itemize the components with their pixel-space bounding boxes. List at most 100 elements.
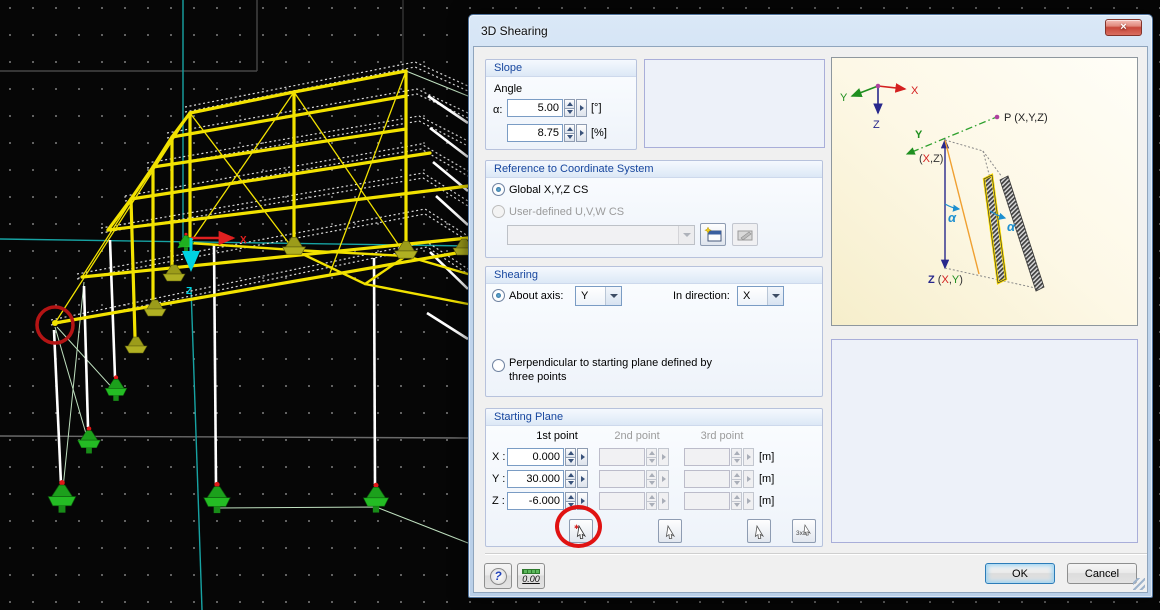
row-y-label: Y : [492, 473, 505, 485]
axis-value: Y [581, 290, 588, 302]
y-1st-detail-button[interactable] [577, 470, 588, 488]
angle-deg-detail-button[interactable] [576, 99, 587, 117]
pick-1st-point-button[interactable]: ✱ [569, 519, 593, 543]
down-arrow-icon [568, 459, 574, 463]
spin-up-button[interactable] [564, 124, 575, 134]
spin-up-button[interactable] [564, 99, 575, 109]
cancel-button[interactable]: Cancel [1067, 563, 1137, 584]
right-arrow-icon [747, 476, 751, 482]
spin-down-button[interactable] [564, 109, 575, 118]
y-1st-spinner[interactable] [565, 470, 576, 488]
up-arrow-icon [568, 495, 574, 499]
y-2nd-detail-button [658, 470, 669, 488]
edit-cs-button[interactable] [732, 223, 758, 246]
z-2nd-input[interactable] [599, 492, 645, 510]
y-1st-input[interactable] [507, 470, 564, 488]
dialog-titlebar[interactable]: 3D Shearing [469, 15, 1152, 46]
new-window-icon [704, 227, 722, 242]
x-3rd-spinner [731, 448, 742, 466]
col-1st-point: 1st point [526, 430, 588, 442]
row-x-label: X : [492, 451, 505, 463]
spin-up-button[interactable] [565, 470, 576, 480]
up-arrow-icon [649, 473, 655, 477]
spin-down-button[interactable] [565, 502, 576, 511]
spin-up-button [646, 448, 657, 458]
diagram-x-label: X [911, 85, 919, 97]
pick-2nd-point-button[interactable] [658, 519, 682, 543]
dropdown-arrow[interactable] [605, 287, 621, 305]
ok-button[interactable]: OK [985, 563, 1055, 584]
axis-combobox[interactable]: Y [575, 286, 622, 306]
close-button[interactable]: × [1105, 19, 1142, 36]
pick-3x3-icon: 3x3 [795, 523, 813, 540]
z-unit-label: [m] [759, 495, 774, 507]
perpendicular-radio[interactable] [492, 359, 505, 372]
spin-up-button [731, 492, 742, 502]
z-1st-spinner[interactable] [565, 492, 576, 510]
new-cs-button[interactable] [700, 223, 726, 246]
z-3rd-input[interactable] [684, 492, 730, 510]
y-2nd-input[interactable] [599, 470, 645, 488]
angle-deg-spinner[interactable] [564, 99, 575, 117]
pick-cursor-icon [751, 523, 767, 539]
x-2nd-input[interactable] [599, 448, 645, 466]
pick-3rd-point-button[interactable] [747, 519, 771, 543]
right-arrow-icon [747, 498, 751, 504]
point-p-label: P (X,Y,Z) [1004, 112, 1048, 124]
angle-pct-detail-button[interactable] [576, 124, 587, 142]
x-3rd-input[interactable] [684, 448, 730, 466]
dialog-client-area: Slope Angle α: [°] [%] [473, 46, 1148, 593]
spin-down-button[interactable] [564, 134, 575, 143]
user-cs-combobox[interactable] [507, 225, 695, 245]
down-arrow-icon [734, 481, 740, 485]
right-arrow-icon [662, 454, 666, 460]
spin-up-button[interactable] [565, 448, 576, 458]
units-settings-button[interactable]: 0.00 [517, 563, 545, 589]
x-1st-input[interactable] [507, 448, 564, 466]
help-button[interactable]: ? [484, 563, 512, 589]
right-arrow-icon [581, 498, 585, 504]
about-axis-radio[interactable] [492, 289, 505, 302]
slope-group: Slope Angle α: [°] [%] [485, 59, 637, 150]
angle-deg-input[interactable] [507, 99, 563, 117]
user-cs-radio[interactable] [492, 205, 505, 218]
spin-up-button [646, 492, 657, 502]
frame-node[interactable] [52, 320, 58, 326]
deg-unit-label: [°] [591, 102, 602, 114]
starting-plane-header: Starting Plane [486, 409, 822, 426]
shearing-dialog: 3D Shearing × Slope Angle α: [°] [468, 14, 1153, 598]
global-cs-radio[interactable] [492, 183, 505, 196]
z-1st-input[interactable] [507, 492, 564, 510]
angle-label: Angle [494, 83, 522, 95]
starting-plane-group: Starting Plane 1st point 2nd point 3rd p… [485, 408, 823, 547]
right-arrow-icon [580, 130, 584, 136]
right-arrow-icon [580, 105, 584, 111]
up-arrow-icon [734, 495, 740, 499]
up-arrow-icon [649, 451, 655, 455]
shearing-header: Shearing [486, 267, 822, 284]
down-arrow-icon [649, 459, 655, 463]
x-1st-spinner[interactable] [565, 448, 576, 466]
pick-3x3-points-button[interactable]: 3x3 [792, 519, 816, 543]
application-window: X Z 3D Shearing × Slope Angle α: [°] [0, 0, 1160, 610]
spin-down-button[interactable] [565, 458, 576, 467]
angle-pct-spinner[interactable] [564, 124, 575, 142]
down-arrow-icon [649, 503, 655, 507]
spin-down-button [646, 480, 657, 489]
y-3rd-input[interactable] [684, 470, 730, 488]
up-arrow-icon [568, 451, 574, 455]
up-arrow-icon [567, 127, 573, 131]
pick-cursor-icon: ✱ [573, 523, 589, 539]
z-3rd-spinner [731, 492, 742, 510]
units-label: 0.00 [522, 574, 540, 584]
x-1st-detail-button[interactable] [577, 448, 588, 466]
angle-pct-input[interactable] [507, 124, 563, 142]
z-1st-detail-button[interactable] [577, 492, 588, 510]
dropdown-arrow[interactable] [678, 226, 694, 244]
diagram-panel: X Y Z [831, 57, 1138, 326]
direction-combobox[interactable]: X [737, 286, 784, 306]
dropdown-arrow[interactable] [767, 287, 783, 305]
resize-grip[interactable] [1133, 578, 1145, 590]
spin-down-button[interactable] [565, 480, 576, 489]
spin-up-button[interactable] [565, 492, 576, 502]
